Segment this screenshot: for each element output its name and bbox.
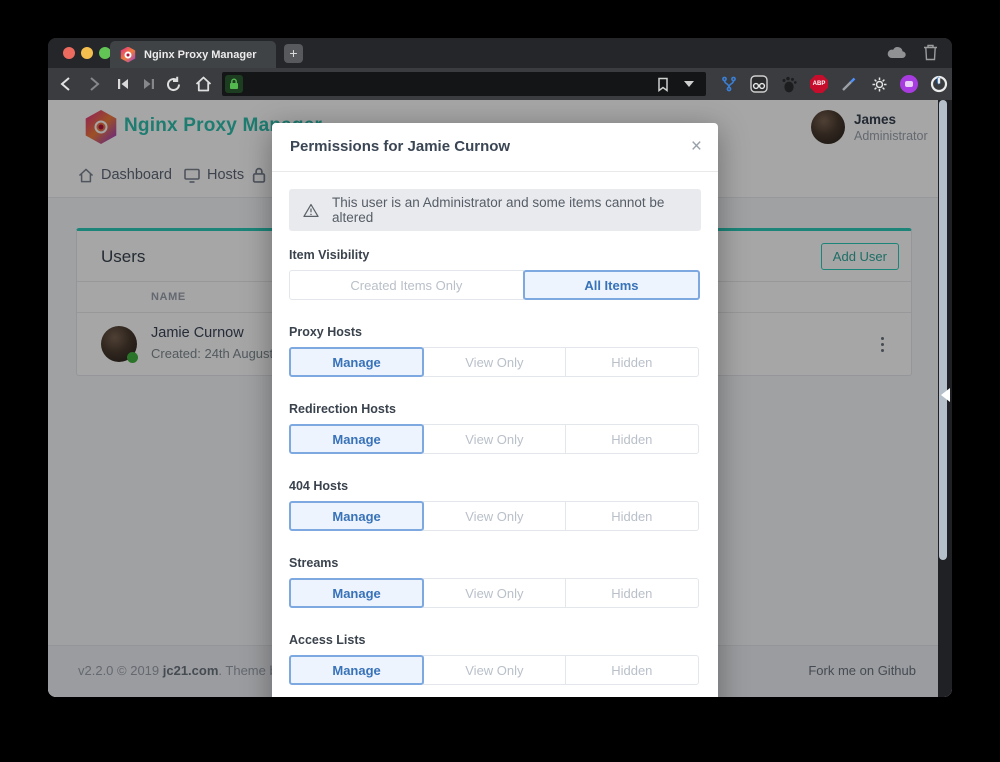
404-hosts-view-only-button[interactable]: View Only (423, 501, 566, 531)
extension-fork-icon[interactable] (720, 75, 738, 93)
404-hosts-manage-button[interactable]: Manage (289, 501, 424, 531)
streams-hidden-button[interactable]: Hidden (565, 578, 699, 608)
admin-warning-alert: This user is an Administrator and some i… (289, 189, 701, 231)
access-lists-group: ManageView OnlyHidden (289, 655, 701, 685)
url-bar[interactable] (222, 72, 706, 96)
item-visibility-label: Item Visibility (289, 248, 701, 262)
extension-stylus-icon[interactable] (840, 75, 858, 93)
forward-button[interactable] (86, 75, 104, 93)
minimize-window-button[interactable] (81, 47, 93, 59)
skip-start-icon[interactable] (114, 75, 132, 93)
modal-body: This user is an Administrator and some i… (272, 172, 718, 697)
extension-power-icon[interactable] (930, 75, 948, 93)
browser-window: Nginx Proxy Manager + (48, 38, 952, 697)
proxy-hosts-label: Proxy Hosts (289, 325, 701, 339)
extension-gnome-foot-icon[interactable] (780, 75, 798, 93)
access-lists-hidden-button[interactable]: Hidden (565, 655, 699, 685)
redirection-hosts-manage-button[interactable]: Manage (289, 424, 424, 454)
bookmark-dropdown-caret-icon[interactable] (680, 75, 698, 93)
404-hosts-label: 404 Hosts (289, 479, 701, 493)
permissions-modal: Permissions for Jamie Curnow × This user… (272, 123, 718, 697)
tab-title: Nginx Proxy Manager (144, 49, 256, 61)
extension-gear-icon[interactable] (870, 75, 888, 93)
browser-toolbar: ABP (48, 68, 952, 100)
cloud-icon[interactable] (887, 46, 907, 59)
redirection-hosts-label: Redirection Hosts (289, 402, 701, 416)
tab-favicon-icon (120, 47, 136, 63)
back-button[interactable] (56, 75, 74, 93)
access-lists-manage-button[interactable]: Manage (289, 655, 424, 685)
alert-text: This user is an Administrator and some i… (332, 195, 687, 225)
redirection-hosts-hidden-button[interactable]: Hidden (565, 424, 699, 454)
redirection-hosts-group: ManageView OnlyHidden (289, 424, 701, 454)
modal-header: Permissions for Jamie Curnow × (272, 123, 718, 172)
screen: Nginx Proxy Manager + (0, 0, 1000, 762)
streams-manage-button[interactable]: Manage (289, 578, 424, 608)
access-lists-label: Access Lists (289, 633, 701, 647)
proxy-hosts-hidden-button[interactable]: Hidden (565, 347, 699, 377)
proxy-hosts-group: ManageView OnlyHidden (289, 347, 701, 377)
item-visibility-group: Created Items OnlyAll Items (289, 270, 701, 300)
home-button[interactable] (194, 75, 212, 93)
404-hosts-group: ManageView OnlyHidden (289, 501, 701, 531)
access-lists-view-only-button[interactable]: View Only (423, 655, 566, 685)
proxy-hosts-view-only-button[interactable]: View Only (423, 347, 566, 377)
skip-end-icon[interactable] (140, 75, 158, 93)
new-tab-button[interactable]: + (284, 44, 303, 63)
close-window-button[interactable] (63, 47, 75, 59)
404-hosts-hidden-button[interactable]: Hidden (565, 501, 699, 531)
proxy-hosts-manage-button[interactable]: Manage (289, 347, 424, 377)
redirection-hosts-view-only-button[interactable]: View Only (423, 424, 566, 454)
extension-purple-icon[interactable] (900, 75, 918, 93)
streams-group: ManageView OnlyHidden (289, 578, 701, 608)
streams-view-only-button[interactable]: View Only (423, 578, 566, 608)
bookmark-icon[interactable] (654, 75, 672, 93)
warning-triangle-icon (303, 203, 319, 218)
created-items-only-button[interactable]: Created Items Only (289, 270, 524, 300)
scrollbar-thumb[interactable] (939, 100, 947, 560)
edge-arrow-indicator (941, 388, 950, 402)
streams-label: Streams (289, 556, 701, 570)
modal-title: Permissions for Jamie Curnow (290, 138, 510, 155)
https-lock-icon[interactable] (225, 75, 243, 93)
browser-titlebar: Nginx Proxy Manager + (48, 38, 952, 68)
all-items-button[interactable]: All Items (523, 270, 700, 300)
scrollbar-track[interactable] (938, 100, 952, 697)
extension-mask-icon[interactable] (750, 75, 768, 93)
reload-button[interactable] (164, 75, 182, 93)
extension-adblock-plus-icon[interactable]: ABP (810, 75, 828, 93)
trash-icon[interactable] (923, 44, 938, 61)
browser-viewport: Nginx Proxy Manager James Administrator … (48, 100, 952, 697)
browser-tab[interactable]: Nginx Proxy Manager (110, 41, 276, 68)
close-icon[interactable]: × (691, 135, 702, 159)
